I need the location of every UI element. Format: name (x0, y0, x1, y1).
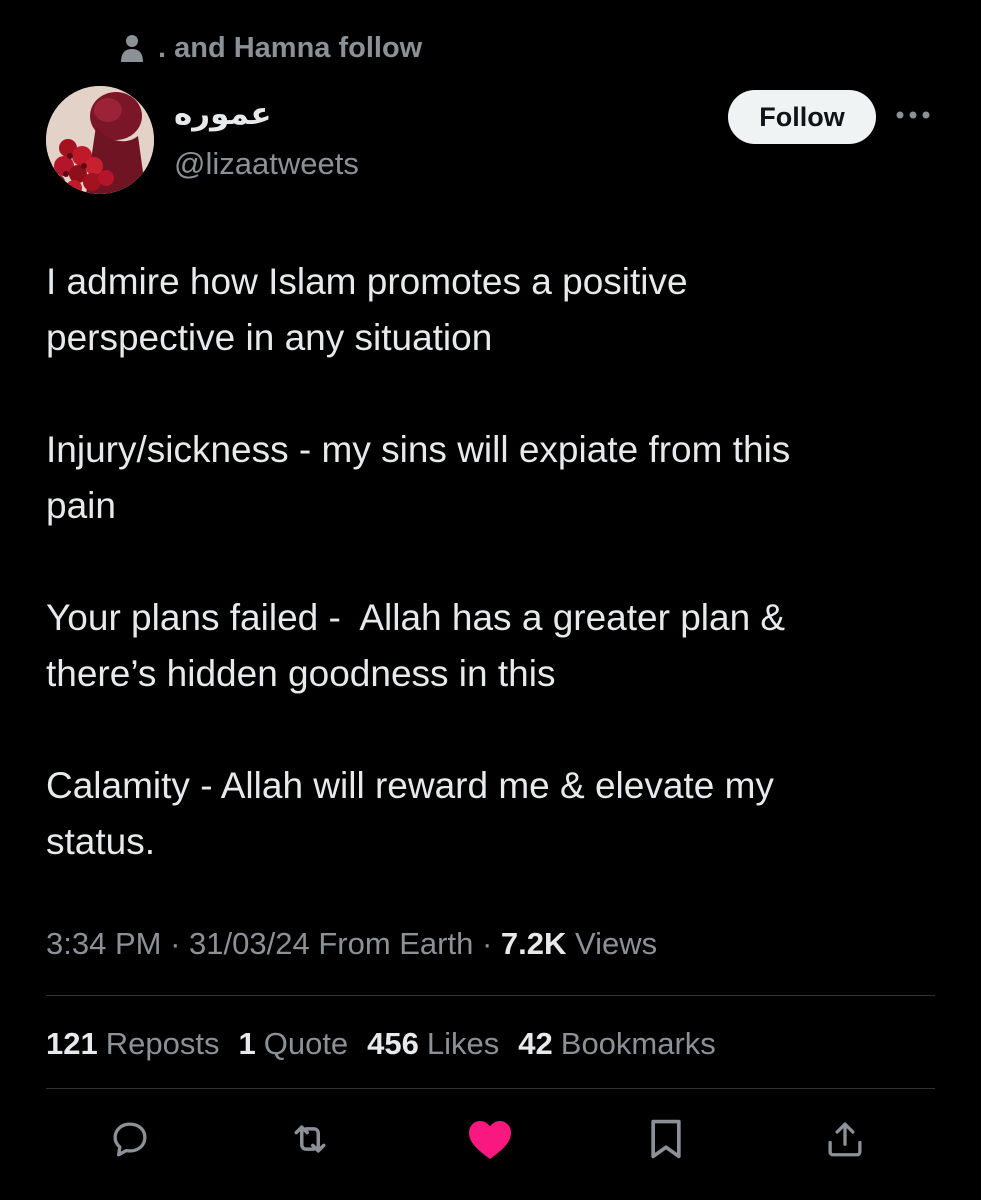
meta-separator: · (473, 926, 501, 961)
divider (46, 1088, 935, 1089)
social-context[interactable]: . and Hamna follow (120, 28, 422, 68)
share-icon (824, 1117, 866, 1166)
bookmarks-stat[interactable]: 42 Bookmarks (518, 1022, 716, 1066)
like-button[interactable] (467, 1118, 513, 1164)
tweet-paragraph: I admire how Islam promotes a positive p… (46, 261, 688, 358)
tweet-paragraph: Calamity - Allah will reward me & elevat… (46, 765, 774, 862)
bookmark-button[interactable] (643, 1118, 689, 1164)
quotes-stat[interactable]: 1 Quote (238, 1022, 348, 1066)
more-dots-icon (895, 107, 931, 125)
meta-separator: · (161, 926, 190, 961)
heart-icon (466, 1117, 514, 1166)
likes-stat[interactable]: 456 Likes (367, 1022, 499, 1066)
likes-count: 456 (367, 1026, 419, 1061)
tweet-paragraph: Your plans failed - Allah has a greater … (46, 597, 786, 694)
likes-label: Likes (426, 1026, 500, 1061)
bookmark-icon (646, 1117, 686, 1166)
quotes-label: Quote (263, 1026, 349, 1061)
tweet-text: I admire how Islam promotes a positive p… (46, 254, 946, 926)
quotes-count: 1 (238, 1026, 256, 1061)
repost-button[interactable] (287, 1118, 333, 1164)
reposts-label: Reposts (105, 1026, 220, 1061)
reply-icon (109, 1118, 151, 1165)
tweet-date[interactable]: 31/03/24 (189, 926, 310, 961)
tweet-paragraph: Injury/sickness - my sins will expiate f… (46, 429, 791, 526)
action-bar (0, 1110, 981, 1170)
tweet-time[interactable]: 3:34 PM (46, 926, 161, 961)
repost-icon (288, 1117, 332, 1166)
person-icon (120, 33, 144, 63)
reposts-count: 121 (46, 1026, 98, 1061)
views-count: 7.2K (500, 926, 567, 961)
more-options-button[interactable] (893, 104, 933, 128)
views-label: Views (575, 926, 658, 961)
author-display-name[interactable]: عموره (174, 94, 272, 134)
author-handle[interactable]: @lizaatweets (174, 144, 359, 184)
engagement-stats: 121 Reposts 1 Quote 456 Likes 42 Bookmarks (46, 1022, 716, 1066)
reply-button[interactable] (107, 1118, 153, 1164)
social-context-text: . and Hamna follow (158, 31, 423, 64)
tweet-source: From Earth (318, 926, 474, 961)
bookmarks-label: Bookmarks (560, 1026, 716, 1061)
share-button[interactable] (822, 1118, 868, 1164)
divider (46, 995, 935, 996)
bookmarks-count: 42 (518, 1026, 553, 1061)
tweet-meta: 3:34 PM · 31/03/24 From Earth · 7.2K Vie… (46, 922, 657, 966)
follow-button[interactable]: Follow (728, 90, 876, 144)
avatar[interactable] (46, 86, 154, 194)
reposts-stat[interactable]: 121 Reposts (46, 1022, 219, 1066)
